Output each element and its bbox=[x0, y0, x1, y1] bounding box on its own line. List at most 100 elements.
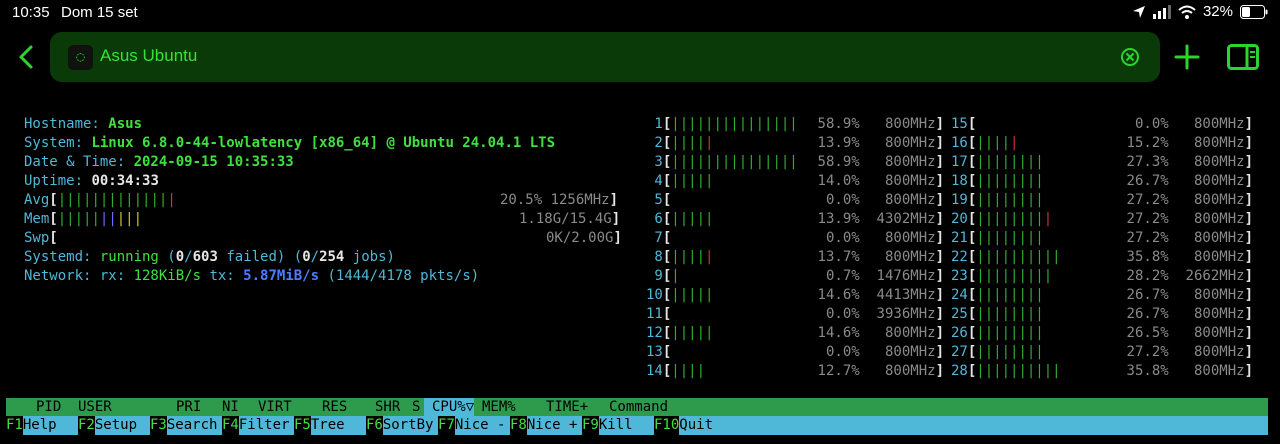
fkey-f9[interactable]: F9 bbox=[582, 416, 599, 435]
fkey-label-f1[interactable]: Help bbox=[23, 416, 57, 435]
column-pid[interactable]: PID bbox=[36, 398, 61, 416]
cpu-percent: 26.7% bbox=[1126, 287, 1169, 303]
session-title-bar[interactable]: ◌ Asus Ubuntu bbox=[50, 32, 1160, 82]
back-chevron-icon[interactable] bbox=[14, 44, 40, 70]
cpu-number: 10 bbox=[646, 287, 663, 303]
fkey-label-f3[interactable]: Search bbox=[167, 416, 218, 435]
cpu-value-19: 27.2% 800MHz] bbox=[1126, 192, 1253, 208]
signal-icon bbox=[1152, 4, 1171, 19]
cpu-mhz: 800MHz bbox=[1168, 344, 1245, 360]
cpu-percent: 26.5% bbox=[1126, 325, 1169, 341]
cpu-meters: 1[||||||||||||||| 58.9% 800MHz] 2[||||| 13… bbox=[0, 112, 1280, 382]
fkey-f7[interactable]: F7 bbox=[438, 416, 455, 435]
cpu-mhz: 800MHz bbox=[859, 154, 936, 170]
function-key-bar: F1 Help F2 Setup F3 Search F4 Filter F5 Tree F6 Sor… bbox=[6, 416, 1268, 435]
cpu-number: 28 bbox=[951, 363, 968, 379]
fkey-label-f9[interactable]: Kill bbox=[599, 416, 633, 435]
cpu-number: 2 bbox=[646, 135, 663, 151]
status-bar: 10:35 Dom 15 set 32% bbox=[0, 0, 1280, 26]
cpu-number: 1 bbox=[646, 116, 663, 132]
process-table-header: PID USER PRI NI VIRT RES SHR S CPU%▽ MEM% TIME+ Com… bbox=[6, 398, 1268, 416]
cpu-percent: 0.0% bbox=[825, 306, 860, 322]
fkey-f2[interactable]: F2 bbox=[78, 416, 95, 435]
column-cpu[interactable]: CPU%▽ bbox=[424, 398, 475, 416]
cpu-value-28: 35.8% 800MHz] bbox=[1126, 363, 1253, 379]
cpu-value-13: 0.0% 800MHz] bbox=[825, 344, 944, 360]
cpu-mhz: 800MHz bbox=[859, 192, 936, 208]
fkey-label-f2[interactable]: Setup bbox=[95, 416, 137, 435]
cpu-percent: 27.2% bbox=[1126, 230, 1169, 246]
cpu-mhz: 4413MHz bbox=[859, 287, 936, 303]
column-user[interactable]: USER bbox=[78, 398, 112, 416]
cpu-percent: 14.0% bbox=[817, 173, 860, 189]
cpu-number: 23 bbox=[951, 268, 968, 284]
column-s[interactable]: S bbox=[412, 398, 420, 416]
cpu-percent: 13.9% bbox=[817, 135, 860, 151]
fkey-f1[interactable]: F1 bbox=[6, 416, 23, 435]
cpu-value-9: 0.7% 1476MHz] bbox=[825, 268, 944, 284]
cpu-mhz: 800MHz bbox=[1168, 230, 1245, 246]
cpu-value-25: 26.7% 800MHz] bbox=[1126, 306, 1253, 322]
cpu-number: 5 bbox=[646, 192, 663, 208]
add-icon[interactable] bbox=[1174, 44, 1200, 70]
battery-percent: 32% bbox=[1202, 3, 1233, 20]
cpu-number: 7 bbox=[646, 230, 663, 246]
sidebar-toggle-icon[interactable] bbox=[1227, 44, 1259, 70]
cpu-mhz: 800MHz bbox=[1168, 306, 1245, 322]
column-res[interactable]: RES bbox=[322, 398, 347, 416]
cpu-number: 25 bbox=[951, 306, 968, 322]
cpu-mhz: 800MHz bbox=[1168, 363, 1245, 379]
cpu-number: 27 bbox=[951, 344, 968, 360]
fkey-label-f6[interactable]: SortBy bbox=[383, 416, 434, 435]
cpu-value-22: 35.8% 800MHz] bbox=[1126, 249, 1253, 265]
cpu-number: 22 bbox=[951, 249, 968, 265]
cpu-mhz: 1476MHz bbox=[859, 268, 936, 284]
fkey-f8[interactable]: F8 bbox=[510, 416, 527, 435]
fkey-f4[interactable]: F4 bbox=[222, 416, 239, 435]
cpu-mhz: 3936MHz bbox=[859, 306, 936, 322]
cpu-percent: 0.0% bbox=[825, 344, 860, 360]
column-shr[interactable]: SHR bbox=[375, 398, 400, 416]
cpu-percent: 13.7% bbox=[817, 249, 860, 265]
column-mem[interactable]: MEM% bbox=[482, 398, 516, 416]
htop-terminal[interactable]: Hostname: Asus System: Linux 6.8.0-44-lo… bbox=[0, 112, 1280, 435]
column-virt[interactable]: VIRT bbox=[258, 398, 292, 416]
cpu-number: 17 bbox=[951, 154, 968, 170]
ubuntu-icon: ◌ bbox=[68, 45, 93, 70]
cpu-value-8: 13.7% 800MHz] bbox=[817, 249, 944, 265]
cpu-value-14: 12.7% 800MHz] bbox=[817, 363, 944, 379]
cpu-value-18: 26.7% 800MHz] bbox=[1126, 173, 1253, 189]
fkey-label-f4[interactable]: Filter bbox=[239, 416, 290, 435]
fkey-label-f7[interactable]: Nice - bbox=[455, 416, 506, 435]
cpu-value-20: 27.2% 800MHz] bbox=[1126, 211, 1253, 227]
fkey-f10[interactable]: F10 bbox=[654, 416, 680, 435]
cpu-number: 15 bbox=[951, 116, 968, 132]
cpu-percent: 27.2% bbox=[1126, 211, 1169, 227]
cpu-value-7: 0.0% 800MHz] bbox=[825, 230, 944, 246]
cpu-value-12: 14.6% 800MHz] bbox=[817, 325, 944, 341]
date: Dom 15 set bbox=[61, 4, 138, 21]
battery-icon bbox=[1240, 4, 1268, 19]
fkey-f3[interactable]: F3 bbox=[150, 416, 167, 435]
cpu-value-24: 26.7% 800MHz] bbox=[1126, 287, 1253, 303]
clear-icon[interactable] bbox=[1120, 47, 1140, 67]
cpu-mhz: 4302MHz bbox=[859, 211, 936, 227]
column-command[interactable]: Command bbox=[609, 398, 668, 416]
cpu-percent: 13.9% bbox=[817, 211, 860, 227]
status-icons: 32% bbox=[1132, 3, 1268, 20]
cpu-number: 26 bbox=[951, 325, 968, 341]
cpu-percent: 35.8% bbox=[1126, 363, 1169, 379]
column-pri[interactable]: PRI bbox=[176, 398, 201, 416]
fkey-label-f10[interactable]: Quit bbox=[679, 416, 713, 435]
wifi-icon bbox=[1178, 5, 1196, 19]
fkey-label-f5[interactable]: Tree bbox=[311, 416, 345, 435]
fkey-f6[interactable]: F6 bbox=[366, 416, 383, 435]
column-ni[interactable]: NI bbox=[222, 398, 239, 416]
cpu-mhz: 800MHz bbox=[1168, 287, 1245, 303]
cpu-mhz: 800MHz bbox=[859, 325, 936, 341]
fkey-f5[interactable]: F5 bbox=[294, 416, 311, 435]
cpu-mhz: 2662MHz bbox=[1168, 268, 1245, 284]
cpu-value-2: 13.9% 800MHz] bbox=[817, 135, 944, 151]
fkey-label-f8[interactable]: Nice + bbox=[527, 416, 578, 435]
column-time[interactable]: TIME+ bbox=[546, 398, 588, 416]
